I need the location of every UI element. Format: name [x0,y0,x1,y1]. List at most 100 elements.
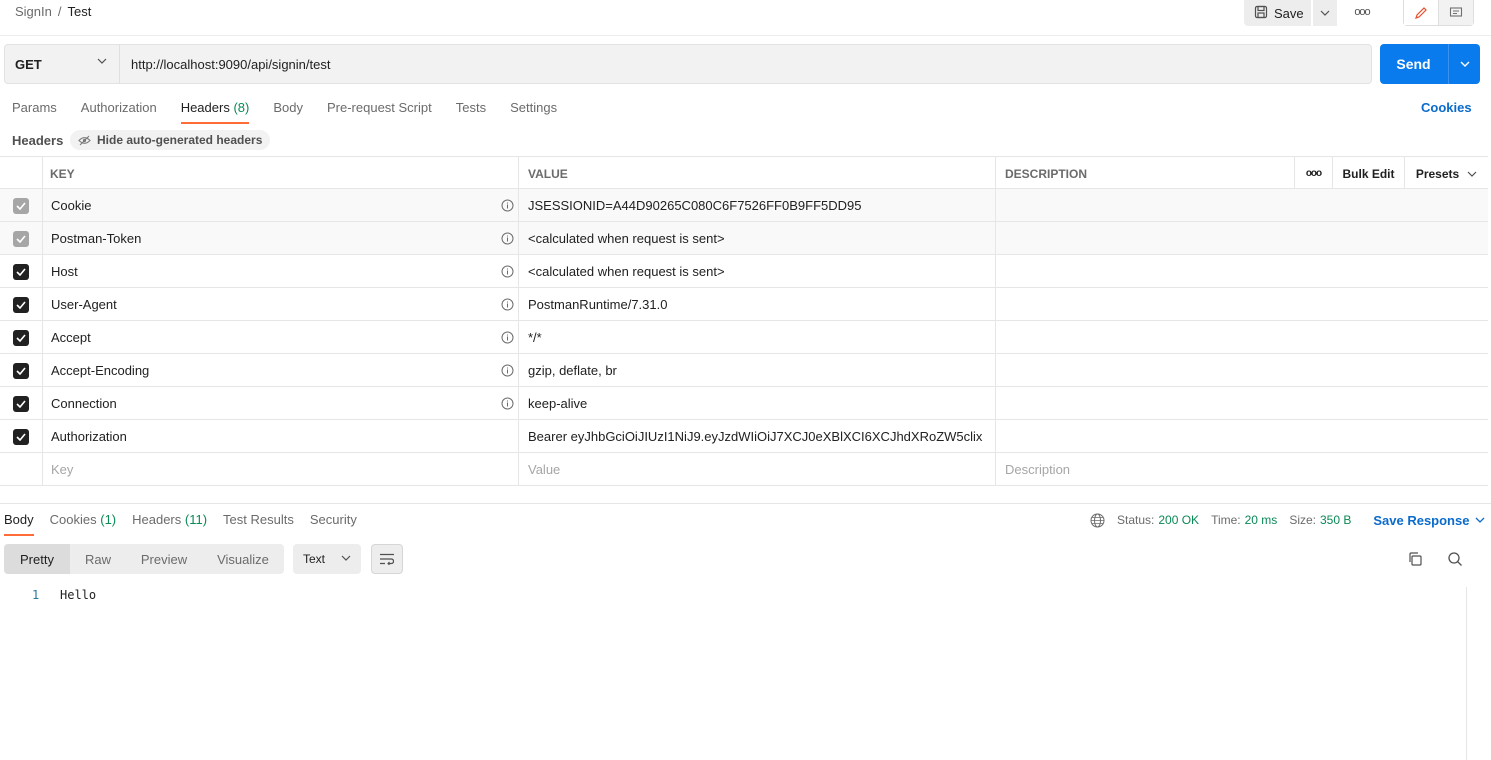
row-checkbox[interactable] [13,296,29,313]
row-checkbox-cell [0,453,42,486]
response-body-editor[interactable]: 1 Hello [0,588,1466,760]
header-description[interactable] [995,189,1488,222]
presets-dropdown[interactable]: Presets [1404,157,1488,190]
editor-scrollbar[interactable] [1466,587,1488,760]
info-icon[interactable] [501,265,514,278]
send-options-dropdown[interactable] [1448,44,1480,84]
response-tab-cookies[interactable]: Cookies (1) [50,512,116,536]
breadcrumb-request-name[interactable]: Test [68,4,92,19]
time-value[interactable]: 20 ms [1245,513,1278,527]
header-description[interactable] [995,420,1488,453]
url-input[interactable]: http://localhost:9090/api/signin/test [131,57,330,72]
response-tab-body[interactable]: Body [4,512,34,536]
row-checkbox[interactable] [13,395,29,412]
row-checkbox[interactable] [13,428,29,445]
info-icon[interactable] [501,364,514,377]
search-icon[interactable] [1447,551,1463,570]
save-options-dropdown[interactable] [1313,0,1337,26]
table-more-button[interactable]: ooo [1294,157,1332,190]
more-actions-button[interactable]: ooo [1352,4,1372,20]
table-header-row: KEY VALUE DESCRIPTION ooo Bulk Edit Pres… [0,156,1488,190]
header-value[interactable]: gzip, deflate, br [518,354,996,387]
header-value[interactable]: JSESSIONID=A44D90265C080C6F7526FF0B9FF5D… [518,189,996,222]
save-label: Save [1274,5,1304,21]
header-key: Connection [42,387,518,420]
size-value[interactable]: 350 B [1320,513,1351,527]
view-pretty[interactable]: Pretty [4,544,70,574]
new-value-input[interactable]: Value [518,453,996,486]
view-preview[interactable]: Preview [126,544,202,574]
header-description[interactable] [995,354,1488,387]
send-button[interactable]: Send [1380,44,1447,84]
checkmark-icon [16,267,26,276]
checkmark-icon [16,300,26,309]
header-value[interactable]: keep-alive [518,387,996,420]
save-response-button[interactable]: Save Response [1373,513,1485,528]
header-description[interactable] [995,255,1488,288]
hide-auto-headers-toggle[interactable]: Hide auto-generated headers [70,130,271,150]
response-tab-test-results[interactable]: Test Results [223,512,294,536]
info-icon[interactable] [501,331,514,344]
edit-mode-button[interactable] [1404,0,1439,25]
tab-authorization[interactable]: Authorization [81,100,157,124]
info-icon[interactable] [501,232,514,245]
response-body-text: Hello [60,588,97,602]
table-row: Host <calculated when request is sent> [0,255,1488,288]
header-value[interactable]: <calculated when request is sent> [518,255,996,288]
tab-body[interactable]: Body [273,100,303,124]
breadcrumb-separator: / [57,4,62,19]
header-description[interactable] [995,222,1488,255]
row-checkbox[interactable] [13,329,29,346]
tab-label: Body [273,100,303,115]
tab-settings[interactable]: Settings [510,100,557,124]
save-button[interactable]: Save [1244,0,1311,26]
row-checkbox[interactable] [13,230,29,247]
row-checkbox[interactable] [13,263,29,280]
row-checkbox[interactable] [13,362,29,379]
cookies-link[interactable]: Cookies [1421,100,1472,115]
header-description[interactable] [995,288,1488,321]
status-value[interactable]: 200 OK [1158,513,1199,527]
new-description-input[interactable]: Description [995,453,1488,486]
globe-icon[interactable] [1090,513,1105,528]
header-key: User-Agent [42,288,518,321]
header-key-text: Accept-Encoding [51,363,150,378]
chevron-down-icon [1467,171,1477,177]
hide-auto-headers-label: Hide auto-generated headers [97,133,263,147]
row-checkbox[interactable] [13,197,29,214]
response-divider[interactable] [0,503,1491,504]
table-actions: ooo Bulk Edit Presets [1294,157,1488,190]
comments-mode-button[interactable] [1438,0,1473,25]
header-value[interactable]: <calculated when request is sent> [518,222,996,255]
tab-params[interactable]: Params [12,100,57,124]
tab-tests[interactable]: Tests [456,100,486,124]
view-raw[interactable]: Raw [70,544,126,574]
view-visualize[interactable]: Visualize [202,544,284,574]
tab-headers[interactable]: Headers (8) [180,100,249,124]
info-icon[interactable] [501,298,514,311]
tab-count: (11) [184,512,208,527]
breadcrumb-collection[interactable]: SignIn [15,4,52,19]
header-description[interactable] [995,321,1488,354]
format-select[interactable]: Text [293,544,361,574]
header-value[interactable]: Bearer eyJhbGciOiJIUzI1NiJ9.eyJzdWIiOiJ7… [518,420,996,453]
response-view-selector: Pretty Raw Preview Visualize [4,544,284,574]
header-description[interactable] [995,387,1488,420]
tab-count: (1) [100,512,117,527]
response-tab-security[interactable]: Security [310,512,357,536]
response-tab-headers[interactable]: Headers (11) [132,512,207,536]
header-value[interactable]: */* [518,321,996,354]
header-key[interactable]: Authorization [42,420,518,453]
headers-section-label: Headers [12,133,64,148]
info-icon[interactable] [501,199,514,212]
tab-label: Cookies [49,512,97,527]
new-key-input[interactable]: Key [42,453,518,486]
wrap-lines-button[interactable] [371,544,403,574]
method-select[interactable]: GET [5,45,120,83]
tab-pre-request-script[interactable]: Pre-request Script [327,100,432,124]
header-key-text: User-Agent [51,297,117,312]
header-value[interactable]: PostmanRuntime/7.31.0 [518,288,996,321]
bulk-edit-button[interactable]: Bulk Edit [1332,157,1404,190]
copy-icon[interactable] [1407,551,1423,570]
info-icon[interactable] [501,397,514,410]
